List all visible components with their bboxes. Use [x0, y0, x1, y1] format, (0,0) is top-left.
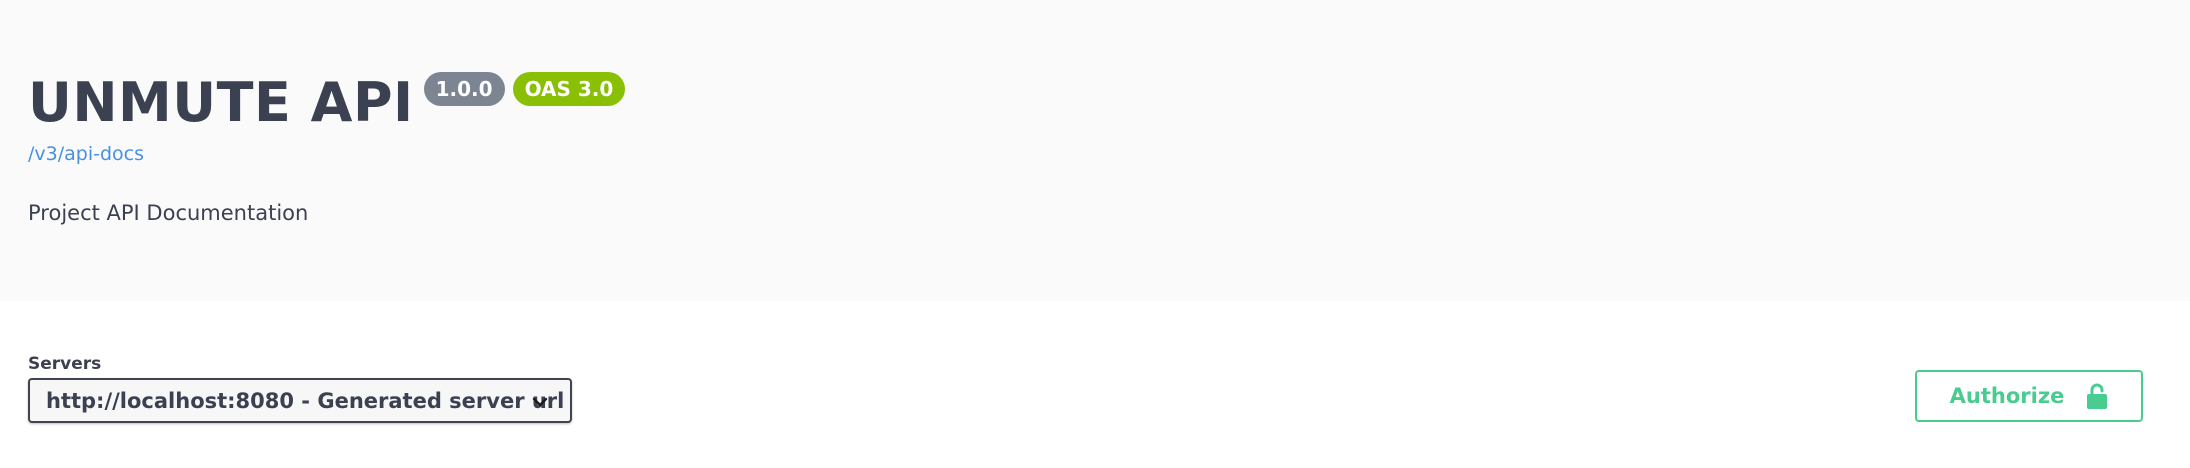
oas-version-badge: OAS 3.0 [512, 72, 626, 106]
selected-server-value: http://localhost:8080 - Generated server… [46, 388, 565, 413]
chevron-down-icon [532, 397, 548, 407]
api-title: UNMUTE API [28, 71, 414, 134]
servers-label: Servers [28, 354, 102, 374]
unlocked-padlock-icon [2087, 383, 2108, 409]
authorize-button-label: Authorize [1949, 384, 2065, 408]
api-description: Project API Documentation [28, 201, 309, 225]
servers-select[interactable]: http://localhost:8080 - Generated server… [28, 378, 572, 423]
api-info-header: UNMUTE API 1.0.0 OAS 3.0 /v3/api-docs Pr… [0, 0, 2190, 301]
version-badge: 1.0.0 [423, 72, 505, 106]
authorize-button[interactable]: Authorize [1915, 370, 2143, 422]
title-row: UNMUTE API 1.0.0 OAS 3.0 [28, 68, 626, 138]
api-docs-link[interactable]: /v3/api-docs [28, 143, 144, 165]
